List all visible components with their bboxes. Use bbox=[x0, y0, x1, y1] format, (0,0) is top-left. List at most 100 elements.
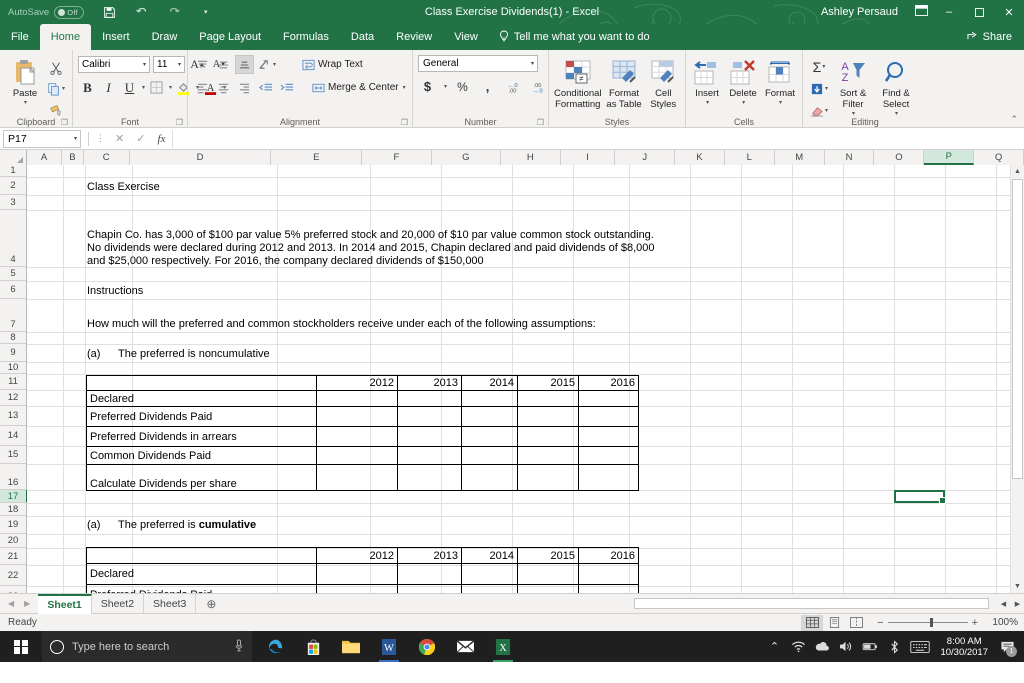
align-top-button[interactable] bbox=[193, 55, 212, 74]
align-right-button[interactable] bbox=[235, 78, 254, 97]
paste-dropdown-caret-icon[interactable]: ▾ bbox=[24, 100, 27, 107]
column-header-M[interactable]: M bbox=[774, 150, 825, 165]
column-header-F[interactable]: F bbox=[362, 150, 432, 165]
row-header-11[interactable]: 11 bbox=[0, 374, 26, 390]
name-box-caret-icon[interactable]: ▾ bbox=[74, 135, 77, 142]
clipboard-dialog-launcher-icon[interactable]: ❐ bbox=[61, 118, 68, 127]
underline-caret-icon[interactable]: ▾ bbox=[142, 84, 145, 91]
table2-preferred-paid-2015[interactable] bbox=[517, 584, 579, 593]
insert-caret-icon[interactable]: ▾ bbox=[706, 100, 709, 107]
table1-common-paid-2012[interactable] bbox=[316, 446, 398, 465]
table1-year-2012[interactable]: 2012 bbox=[316, 375, 398, 391]
bluetooth-icon[interactable] bbox=[882, 631, 906, 662]
table2-preferred-paid-2012[interactable] bbox=[316, 584, 398, 593]
page-layout-view-icon[interactable] bbox=[823, 615, 845, 631]
insert-function-icon[interactable]: fx bbox=[157, 133, 165, 145]
table1-declared-2015[interactable] bbox=[517, 390, 579, 407]
collapse-ribbon-icon[interactable]: ⌃ bbox=[1010, 114, 1018, 125]
restore-icon[interactable] bbox=[964, 0, 994, 24]
column-header-L[interactable]: L bbox=[724, 150, 775, 165]
taskbar-search-box[interactable]: Type here to search bbox=[42, 631, 252, 662]
table1-declared-2014[interactable] bbox=[461, 390, 518, 407]
column-header-G[interactable]: G bbox=[431, 150, 502, 165]
table2-declared-2016[interactable] bbox=[578, 563, 639, 585]
table1-label-common-paid[interactable]: Common Dividends Paid bbox=[86, 446, 317, 465]
column-header-K[interactable]: K bbox=[675, 150, 725, 165]
borders-caret-icon[interactable]: ▾ bbox=[169, 84, 172, 91]
font-name-input[interactable]: Calibri ▾ bbox=[78, 56, 150, 73]
font-size-caret-icon[interactable]: ▾ bbox=[178, 61, 181, 68]
underline-button[interactable]: U bbox=[120, 78, 139, 97]
horizontal-scrollbar[interactable]: ◀ ▶ bbox=[634, 597, 1024, 610]
table1-preferred-paid-2013[interactable] bbox=[397, 406, 462, 427]
fill-caret-icon[interactable]: ▾ bbox=[825, 85, 828, 92]
row-header-12[interactable]: 12 bbox=[0, 390, 26, 406]
user-name[interactable]: Ashley Persaud bbox=[821, 6, 898, 18]
store-icon[interactable] bbox=[294, 631, 332, 662]
align-bottom-button[interactable] bbox=[235, 55, 254, 74]
redo-icon[interactable] bbox=[166, 5, 181, 20]
table1-dps-2014[interactable] bbox=[461, 464, 518, 491]
table2-declared-2014[interactable] bbox=[461, 563, 518, 585]
increase-decimal-button[interactable]: ←.0.00 bbox=[503, 77, 522, 96]
format-caret-icon[interactable]: ▾ bbox=[779, 100, 782, 107]
cut-button[interactable] bbox=[45, 58, 67, 77]
battery-icon[interactable] bbox=[858, 631, 882, 662]
percent-format-button[interactable]: % bbox=[453, 77, 472, 96]
customize-quick-access-icon[interactable]: ▾ bbox=[198, 5, 213, 20]
close-icon[interactable]: ✕ bbox=[994, 0, 1024, 24]
table1-arrears-2013[interactable] bbox=[397, 426, 462, 447]
table1-arrears-2012[interactable] bbox=[316, 426, 398, 447]
row-header-20[interactable]: 20 bbox=[0, 534, 26, 548]
table1-common-paid-2015[interactable] bbox=[517, 446, 579, 465]
column-header-J[interactable]: J bbox=[615, 150, 676, 165]
page-break-preview-icon[interactable] bbox=[845, 615, 867, 631]
undo-icon[interactable] bbox=[134, 5, 149, 20]
column-header-P[interactable]: P bbox=[924, 150, 975, 165]
font-size-input[interactable]: 11 ▾ bbox=[153, 56, 185, 73]
horizontal-scroll-thumb[interactable] bbox=[634, 598, 989, 609]
row-header-17[interactable]: 17 bbox=[0, 490, 28, 503]
table1-declared-2013[interactable] bbox=[397, 390, 462, 407]
table1-common-paid-2016[interactable] bbox=[578, 446, 639, 465]
scroll-left-arrow-icon[interactable]: ◀ bbox=[997, 597, 1010, 610]
table2-declared-2012[interactable] bbox=[316, 563, 398, 585]
align-center-button[interactable] bbox=[214, 78, 233, 97]
table1-year-2015[interactable]: 2015 bbox=[517, 375, 579, 391]
row-header-23[interactable]: 23 bbox=[0, 586, 26, 593]
touch-keyboard-icon[interactable] bbox=[906, 631, 934, 662]
action-center-icon[interactable]: 1 bbox=[994, 631, 1020, 662]
column-header-B[interactable]: B bbox=[62, 150, 84, 165]
mail-icon[interactable] bbox=[446, 631, 484, 662]
column-header-E[interactable]: E bbox=[271, 150, 363, 165]
insert-cells-button[interactable]: Insert ▾ bbox=[691, 55, 723, 107]
row-header-22[interactable]: 22 bbox=[0, 565, 26, 586]
table1-year-2013[interactable]: 2013 bbox=[397, 375, 462, 391]
scroll-up-arrow-icon[interactable]: ▲ bbox=[1011, 165, 1024, 178]
sort-filter-button[interactable]: A Z Sort & Filter ▾ bbox=[834, 55, 872, 118]
table1-dps-2012[interactable] bbox=[316, 464, 398, 491]
row-header-8[interactable]: 8 bbox=[0, 332, 26, 344]
file-explorer-icon[interactable] bbox=[332, 631, 370, 662]
taskbar-clock[interactable]: 8:00 AM 10/30/2017 bbox=[934, 636, 994, 658]
tab-draw[interactable]: Draw bbox=[141, 24, 189, 50]
vertical-scroll-thumb[interactable] bbox=[1012, 179, 1023, 479]
table1-arrears-2016[interactable] bbox=[578, 426, 639, 447]
share-button[interactable]: Share bbox=[955, 24, 1024, 50]
table2-declared-2013[interactable] bbox=[397, 563, 462, 585]
edge-icon[interactable] bbox=[256, 631, 294, 662]
currency-caret-icon[interactable]: ▾ bbox=[444, 83, 447, 90]
table1-label-preferred-paid[interactable]: Preferred Dividends Paid bbox=[86, 406, 317, 427]
table1-label-declared[interactable]: Declared bbox=[86, 390, 317, 407]
decrease-decimal-button[interactable]: .00 →.0 bbox=[528, 77, 547, 96]
align-middle-button[interactable] bbox=[214, 55, 233, 74]
tab-home[interactable]: Home bbox=[39, 24, 92, 50]
align-left-button[interactable] bbox=[193, 78, 212, 97]
zoom-out-button[interactable]: − bbox=[873, 617, 887, 629]
table2-year-2013[interactable]: 2013 bbox=[397, 547, 462, 564]
table2-year-2016[interactable]: 2016 bbox=[578, 547, 639, 564]
table1-label-preferred-arrears[interactable]: Preferred Dividends in arrears bbox=[86, 426, 317, 447]
normal-view-icon[interactable] bbox=[801, 614, 824, 631]
format-cells-button[interactable]: Format ▾ bbox=[763, 55, 797, 107]
table1-preferred-paid-2016[interactable] bbox=[578, 406, 639, 427]
